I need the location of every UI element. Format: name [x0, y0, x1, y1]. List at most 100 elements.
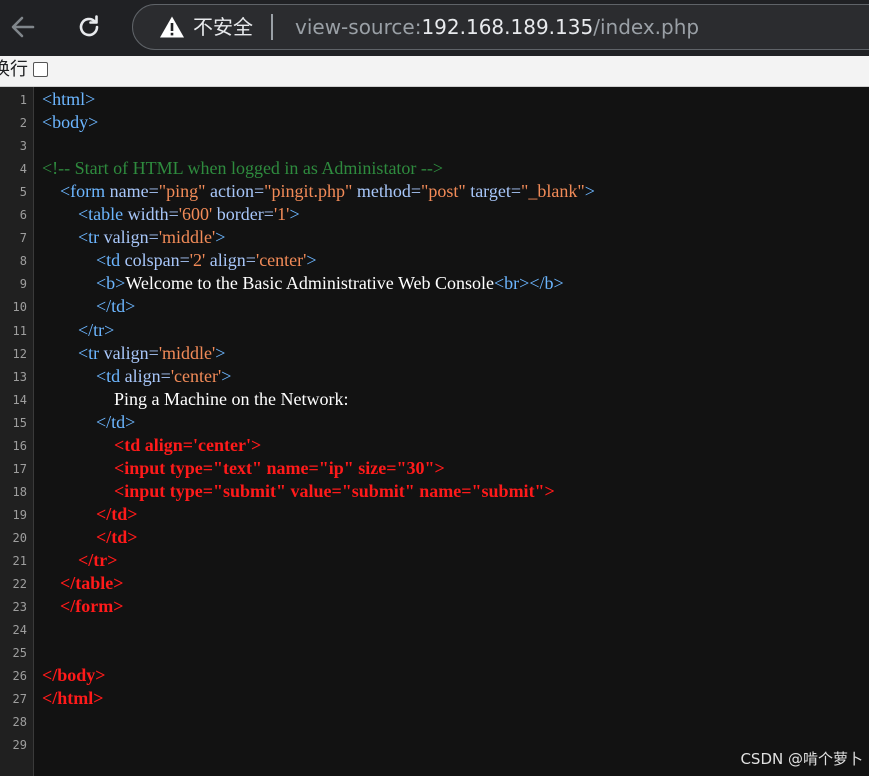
code-token: </html>	[42, 688, 104, 709]
code-line: <td colspan='2' align='center'>	[42, 249, 317, 271]
code-line: </td>	[42, 526, 138, 548]
code-line: <table width='600' border='1'>	[42, 203, 300, 225]
code-token: <table	[78, 204, 128, 225]
code-line: </tr>	[42, 549, 118, 571]
code-line: <td align='center'>	[42, 434, 261, 456]
code-token: >	[306, 250, 317, 271]
code-token: </td>	[96, 411, 136, 432]
code-token: target=	[465, 181, 521, 202]
reload-icon	[79, 15, 99, 37]
security-status-label[interactable]: 不安全	[193, 15, 253, 39]
line-number: 11	[12, 323, 27, 338]
code-token: 'center'	[170, 365, 222, 386]
line-number: 28	[12, 715, 27, 730]
code-token: <input type="text" name="ip" size="30">	[42, 457, 445, 478]
address-bar[interactable]: 不安全 view-source:192.168.189.135/index.ph…	[132, 4, 869, 50]
line-number: 19	[12, 507, 27, 522]
code-line: <tr valign='middle'>	[42, 342, 225, 364]
code-line: <body>	[42, 111, 98, 133]
line-number: 2	[19, 116, 27, 131]
code-token: Welcome to the Basic Administrative Web …	[125, 273, 495, 294]
browser-toolbar: 不安全 view-source:192.168.189.135/index.ph…	[0, 0, 869, 56]
line-number: 17	[12, 461, 27, 476]
code-line: </body>	[42, 664, 106, 686]
code-line: <tr valign='middle'>	[42, 226, 225, 248]
code-token: "post"	[420, 181, 466, 202]
url-text[interactable]: view-source:192.168.189.135/index.php	[295, 15, 699, 39]
line-number: 25	[12, 646, 27, 661]
code-token: </tr>	[78, 319, 115, 340]
code-token: >	[289, 204, 300, 225]
url-path: /index.php	[593, 15, 700, 39]
warning-triangle-icon[interactable]	[159, 15, 185, 39]
code-line: </form>	[42, 595, 124, 617]
code-token: </form>	[42, 596, 124, 617]
line-number: 20	[12, 530, 27, 545]
line-number: 12	[12, 346, 27, 361]
code-token: 'center'	[255, 250, 307, 271]
code-token: '1'	[273, 204, 290, 225]
code-token: <tr	[78, 227, 104, 248]
code-line: </html>	[42, 687, 104, 709]
line-number: 15	[12, 415, 27, 430]
code-token: </td>	[42, 503, 138, 524]
code-token: action=	[205, 181, 265, 202]
line-number: 18	[12, 484, 27, 499]
code-token: <html>	[42, 89, 96, 109]
code-line: <td align='center'>	[42, 365, 231, 387]
url-host: 192.168.189.135	[421, 15, 594, 39]
line-wrap-checkbox[interactable]	[33, 62, 48, 77]
code-token: <td	[96, 365, 125, 386]
line-number: 24	[12, 623, 27, 638]
line-number: 1	[19, 93, 27, 107]
code-line: Ping a Machine on the Network:	[42, 388, 348, 410]
code-token: 'middle'	[158, 342, 216, 363]
code-token: 'middle'	[158, 227, 216, 248]
code-token: border=	[212, 204, 274, 225]
reload-button[interactable]	[72, 10, 106, 44]
code-token: </td>	[96, 296, 136, 317]
code-token: >	[221, 365, 232, 386]
source-code-view: 1 2 3 4 5 6 7 8 9 10 11 12 13 14 15 16 17 18 19 20 21 22 23 24 2…	[0, 87, 869, 776]
line-wrap-bar: 换行	[0, 56, 869, 87]
code-token: Ping a Machine on the Network:	[42, 388, 349, 409]
code-token: </td>	[42, 526, 138, 547]
code-line: </td>	[42, 411, 135, 433]
back-button[interactable]	[6, 10, 40, 44]
line-number: 27	[12, 692, 27, 707]
code-token: <td align='center'>	[42, 434, 262, 455]
line-number: 6	[19, 208, 27, 223]
code-token: name=	[109, 181, 159, 202]
line-number: 13	[12, 369, 27, 384]
code-token: <!-- Start of HTML when logged in as Adm…	[42, 158, 444, 179]
code-token: >	[215, 227, 226, 248]
code-token: </body>	[42, 665, 106, 686]
code-token: "_blank"	[521, 181, 585, 202]
code-token: "ping"	[158, 181, 206, 202]
line-number-gutter: 1 2 3 4 5 6 7 8 9 10 11 12 13 14 15 16 17 18 19 20 21 22 23 24 2…	[0, 87, 34, 776]
line-number: 29	[12, 738, 27, 753]
code-line: </table>	[42, 572, 124, 594]
watermark: CSDN @啃个萝卜	[740, 750, 863, 768]
line-number: 14	[12, 392, 27, 407]
line-number: 23	[12, 600, 27, 615]
line-number: 8	[19, 254, 27, 269]
code-token: <body>	[42, 112, 99, 133]
line-number: 22	[12, 577, 27, 592]
code-token: <form	[60, 181, 110, 202]
code-token: width=	[127, 204, 179, 225]
code-line: <html>	[42, 88, 95, 110]
line-number: 26	[12, 669, 27, 684]
code-token: align=	[124, 365, 171, 386]
code-line: <b>Welcome to the Basic Administrative W…	[42, 272, 564, 294]
code-line: <input type="text" name="ip" size="30">	[42, 457, 445, 479]
code-token: valign=	[103, 227, 159, 248]
code-token: <b>	[96, 273, 126, 294]
